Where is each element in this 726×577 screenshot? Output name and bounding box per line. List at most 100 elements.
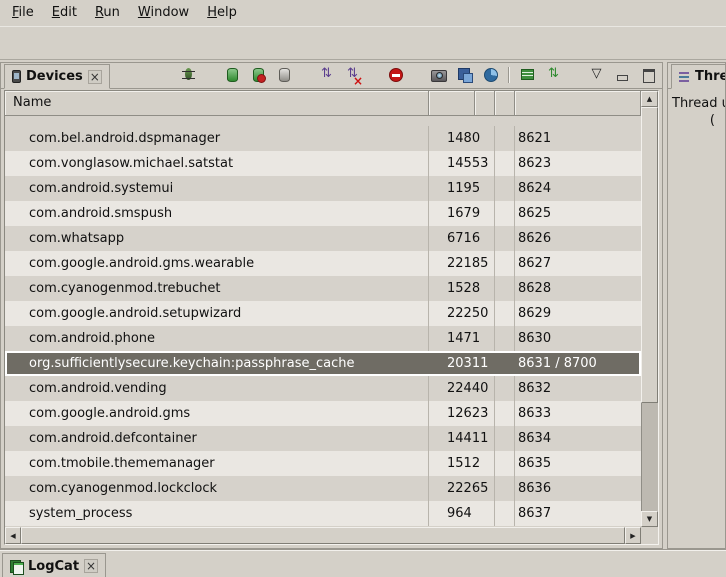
process-port: 8621 <box>515 126 641 151</box>
column-header-empty2[interactable] <box>495 91 515 116</box>
scrolled-row-remainder <box>5 116 641 126</box>
process-name: com.google.android.gms.wearable <box>5 251 429 276</box>
threads-message-line: Thread up <box>672 95 723 112</box>
process-port: 8636 <box>515 476 641 501</box>
process-port: 8630 <box>515 326 641 351</box>
stop-method-profiling-icon[interactable]: ⇅ <box>344 66 361 83</box>
empty-cell <box>495 201 515 226</box>
process-row[interactable]: com.android.defcontainer 14411 8634 <box>5 426 641 451</box>
tab-logcat[interactable]: LogCat × <box>2 553 106 577</box>
menu-run[interactable]: Run <box>87 2 128 24</box>
process-row[interactable]: com.android.smspush 1679 8625 <box>5 201 641 226</box>
process-name: com.cyanogenmod.lockclock <box>5 476 429 501</box>
devices-table: Name com.bel.android.dspmanager 1480 862… <box>4 90 659 545</box>
toolbar-separator <box>508 67 510 83</box>
empty-cell <box>475 301 495 326</box>
system-info-icon[interactable] <box>482 66 499 83</box>
empty-cell <box>495 426 515 451</box>
menu-edit[interactable]: Edit <box>44 2 85 24</box>
process-row[interactable]: com.android.systemui 1195 8624 <box>5 176 641 201</box>
scrollbar-corner <box>641 527 658 544</box>
empty-cell <box>475 251 495 276</box>
stop-process-icon[interactable] <box>387 66 404 83</box>
method-profiling-icon[interactable]: ⇅ <box>545 66 562 83</box>
empty-cell <box>495 376 515 401</box>
empty-cell <box>495 301 515 326</box>
close-icon[interactable]: × <box>88 70 102 84</box>
process-name: com.android.defcontainer <box>5 426 429 451</box>
column-header-port[interactable] <box>515 91 641 116</box>
process-port: 8637 <box>515 501 641 526</box>
screen-capture-icon[interactable] <box>430 66 447 83</box>
process-pid: 1528 <box>429 276 475 301</box>
process-row[interactable]: com.cyanogenmod.trebuchet 1528 8628 <box>5 276 641 301</box>
scroll-left-button[interactable]: ◀ <box>5 527 21 544</box>
cause-gc-icon[interactable] <box>275 66 292 83</box>
column-header-name[interactable]: Name <box>5 91 429 116</box>
update-heap-icon[interactable] <box>223 66 240 83</box>
empty-cell <box>475 426 495 451</box>
allocation-tracker-icon[interactable] <box>519 66 536 83</box>
process-name: com.vonglasow.michael.satstat <box>5 151 429 176</box>
column-header-pid[interactable] <box>429 91 475 116</box>
dump-hprof-icon[interactable] <box>249 66 266 83</box>
debug-process-icon[interactable] <box>180 66 197 83</box>
process-name: com.cyanogenmod.trebuchet <box>5 276 429 301</box>
maximize-icon[interactable] <box>640 66 657 83</box>
tab-threads-label: Threads <box>695 69 726 84</box>
tab-devices[interactable]: Devices × <box>4 64 110 89</box>
devices-tabbar: Devices × ⇅ ⇅ ⇅ ▽ <box>1 63 662 89</box>
menu-window[interactable]: Window <box>130 2 197 24</box>
process-row[interactable]: com.bel.android.dspmanager 1480 8621 <box>5 126 641 151</box>
minimize-icon[interactable] <box>614 66 631 83</box>
scroll-up-button[interactable]: ▲ <box>641 91 658 107</box>
empty-cell <box>475 451 495 476</box>
horizontal-scrollbar-thumb[interactable] <box>21 527 625 544</box>
close-icon[interactable]: × <box>84 559 98 573</box>
process-name: com.google.android.setupwizard <box>5 301 429 326</box>
process-pid: 964 <box>429 501 475 526</box>
process-row[interactable]: system_process 964 8637 <box>5 501 641 526</box>
process-pid: 1471 <box>429 326 475 351</box>
scroll-down-button[interactable]: ▼ <box>641 511 658 527</box>
process-row[interactable]: com.whatsapp 6716 8626 <box>5 226 641 251</box>
empty-cell <box>495 226 515 251</box>
empty-cell <box>475 176 495 201</box>
vertical-scrollbar-thumb[interactable] <box>641 107 658 403</box>
process-row[interactable]: org.sufficientlysecure.keychain:passphra… <box>5 351 641 376</box>
process-row[interactable]: com.google.android.gms 12623 8633 <box>5 401 641 426</box>
dump-view-hierarchy-icon[interactable] <box>456 66 473 83</box>
view-menu-icon[interactable]: ▽ <box>588 66 605 83</box>
menu-file[interactable]: File <box>4 2 42 24</box>
process-row[interactable]: com.google.android.setupwizard 22250 862… <box>5 301 641 326</box>
process-row[interactable]: com.tmobile.thememanager 1512 8635 <box>5 451 641 476</box>
menu-help[interactable]: Help <box>199 2 245 24</box>
update-threads-icon[interactable]: ⇅ <box>318 66 335 83</box>
empty-cell <box>495 126 515 151</box>
tab-threads[interactable]: Threads <box>671 64 726 89</box>
vertical-scrollbar[interactable]: ▲ ▼ <box>641 91 658 527</box>
process-row[interactable]: com.google.android.gms.wearable 22185 86… <box>5 251 641 276</box>
table-header: Name <box>5 91 641 116</box>
process-name: com.android.phone <box>5 326 429 351</box>
horizontal-scrollbar[interactable]: ◀ ▶ <box>5 527 641 544</box>
empty-cell <box>495 476 515 501</box>
process-row[interactable]: com.cyanogenmod.lockclock 22265 8636 <box>5 476 641 501</box>
process-grid: Name com.bel.android.dspmanager 1480 862… <box>5 91 641 527</box>
scroll-right-button[interactable]: ▶ <box>625 527 641 544</box>
empty-cell <box>475 376 495 401</box>
main-toolbar-strip <box>0 26 726 60</box>
process-row[interactable]: com.android.vending 22440 8632 <box>5 376 641 401</box>
process-pid: 1512 <box>429 451 475 476</box>
tab-devices-label: Devices <box>26 69 83 84</box>
empty-cell <box>495 276 515 301</box>
empty-cell <box>495 326 515 351</box>
process-pid: 20311 <box>429 351 475 376</box>
column-header-empty1[interactable] <box>475 91 495 116</box>
bottom-bar: LogCat × <box>0 549 726 577</box>
process-row[interactable]: com.vonglasow.michael.satstat 14553 8623 <box>5 151 641 176</box>
process-name: system_process <box>5 501 429 526</box>
empty-cell <box>475 401 495 426</box>
process-name: org.sufficientlysecure.keychain:passphra… <box>5 351 429 376</box>
process-row[interactable]: com.android.phone 1471 8630 <box>5 326 641 351</box>
